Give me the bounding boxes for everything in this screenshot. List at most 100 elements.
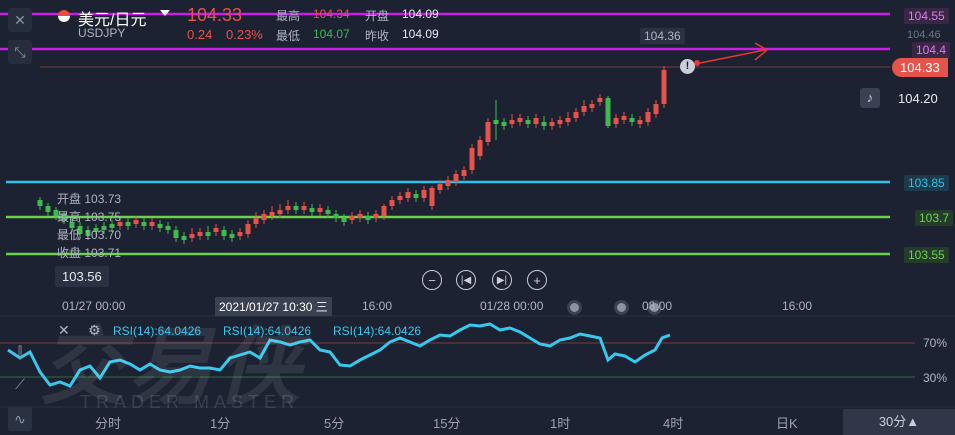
tf-30min-selected[interactable]: 30分▲ [843, 409, 955, 435]
candle-body [253, 218, 259, 224]
tag-green-1: 103.7 [915, 210, 954, 226]
tf-5min[interactable]: 5分 [324, 413, 344, 432]
candle-body [509, 120, 515, 124]
rsi-close-icon[interactable]: ✕ [58, 322, 70, 339]
line-tool-icon[interactable]: ⟋ [8, 372, 32, 396]
candle-body [445, 180, 451, 186]
candle-body [221, 230, 227, 236]
last-price: 104.33 [187, 5, 243, 25]
collapse-icon[interactable]: ⤡ [8, 40, 32, 64]
candle-body [37, 200, 43, 206]
prevclose-label: 昨收 [365, 29, 390, 43]
tf-1h[interactable]: 1时 [550, 413, 570, 432]
tag-magenta-top: 104.55 [904, 8, 949, 24]
candle-body [637, 120, 643, 124]
candle-body [477, 140, 483, 156]
zoom-in-button[interactable]: + [527, 270, 547, 290]
tf-fenshi[interactable]: 分时 [95, 413, 121, 432]
candle-body [317, 208, 323, 212]
candle-body [581, 106, 587, 112]
tag-current-price: 104.33 [892, 58, 948, 77]
prev-button[interactable]: |◀ [456, 270, 476, 290]
tf-daily[interactable]: 日K [776, 413, 798, 432]
open-value: 104.09 [402, 7, 439, 21]
tag-magenta-2: 104.4 [912, 42, 951, 58]
tf-4h[interactable]: 4时 [663, 413, 683, 432]
candle-body [133, 220, 139, 224]
candle-body [421, 190, 427, 198]
candle-body [173, 230, 179, 238]
candle-body [621, 116, 627, 120]
candle-body [557, 120, 563, 124]
trend-arrow [694, 49, 766, 65]
tag-green-2: 103.55 [904, 247, 949, 263]
tag-alert-price[interactable]: 104.20 [898, 91, 938, 106]
rsi-30-label: 30% [923, 371, 948, 385]
time-label-5: 16:00 [782, 299, 813, 313]
high-label: 最高 [276, 9, 301, 23]
crosshair-time: 2021/01/27 10:30 三 [215, 297, 332, 316]
candle-body [613, 118, 619, 124]
prevclose-value: 104.09 [402, 27, 439, 41]
dropdown-icon[interactable] [160, 10, 170, 16]
time-label-2: 16:00 [362, 299, 393, 313]
rsi-label-2: RSI(14):64.0426 [223, 324, 312, 338]
zoom-out-button[interactable]: − [422, 270, 442, 290]
candle-body [549, 122, 555, 126]
candle-body [309, 208, 315, 212]
candle-body [589, 104, 595, 108]
bell-icon[interactable]: ♪ [860, 88, 880, 108]
candle-body [181, 236, 187, 240]
ov-high: 最高 103.75 [57, 210, 122, 224]
candle-type-icon[interactable]: ⫿ [8, 340, 32, 364]
candle-body [397, 196, 403, 200]
candle-body [501, 122, 507, 126]
candle-body [45, 206, 51, 212]
open-label: 开盘 [365, 9, 390, 23]
peak-label: 104.36 [640, 28, 685, 44]
candle-body [141, 222, 147, 226]
time-label-1: 01/27 00:00 [62, 299, 126, 313]
candle-body [413, 194, 419, 198]
time-label-3: 01/28 00:00 [480, 299, 544, 313]
candle-body [373, 214, 379, 218]
watermark-en: TRADER MASTER [80, 392, 300, 412]
low-tag: 103.56 [55, 266, 109, 287]
candle-body [485, 122, 491, 142]
tf-1min[interactable]: 1分 [210, 413, 230, 432]
rsi-label-1: RSI(14):64.0426 [113, 324, 202, 338]
tf-15min[interactable]: 15分 [433, 413, 460, 432]
candle-body [285, 206, 291, 210]
candle-body [245, 224, 251, 234]
candle-body [453, 174, 459, 182]
candle-body [429, 188, 435, 206]
candle-body [261, 214, 267, 220]
candle-body [437, 184, 443, 190]
candle-body [205, 232, 211, 236]
candle-body [653, 104, 659, 114]
candle-body [605, 98, 611, 126]
candle-body [573, 112, 579, 118]
candle-body [493, 120, 499, 124]
tag-104-46: 104.46 [907, 29, 941, 41]
candle-body [469, 148, 475, 170]
dot-2-icon[interactable] [614, 300, 629, 315]
close-icon[interactable]: ✕ [8, 8, 32, 32]
candle-body [517, 118, 523, 122]
ov-low: 最低 103.70 [57, 228, 122, 242]
indicator-icon[interactable]: ∿ [8, 407, 32, 431]
low-value: 104.07 [313, 27, 350, 41]
candle-body [165, 226, 171, 230]
time-label-4: 08:00 [642, 299, 673, 313]
rsi-settings-icon[interactable]: ⚙ [88, 322, 101, 339]
ov-close: 收盘 103.71 [57, 246, 122, 260]
dot-1-icon[interactable] [567, 300, 582, 315]
rsi-label-3: RSI(14):64.0426 [333, 324, 422, 338]
info-icon[interactable]: ! [680, 59, 695, 74]
rsi-70-label: 70% [923, 336, 948, 350]
candle-body [389, 200, 395, 206]
candle-body [213, 228, 219, 232]
low-label: 最低 [276, 29, 301, 43]
next-button[interactable]: ▶| [492, 270, 512, 290]
candle-body [381, 206, 387, 216]
